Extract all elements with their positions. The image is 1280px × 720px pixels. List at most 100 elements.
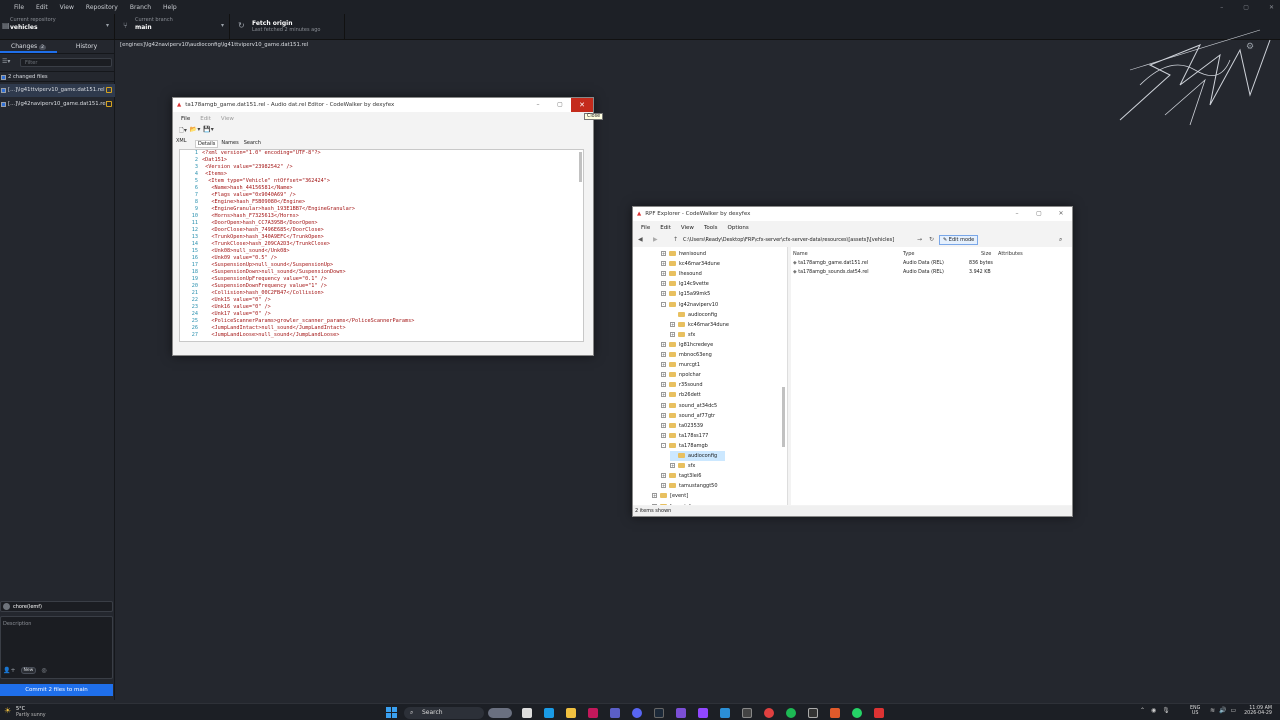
- menu-edit[interactable]: Edit: [200, 116, 211, 122]
- tree-item[interactable]: + lhesound: [661, 269, 702, 279]
- maximize-icon[interactable]: ▢: [549, 98, 571, 112]
- tab-details[interactable]: Details: [195, 140, 219, 148]
- side-tab-xml[interactable]: XML: [176, 138, 187, 144]
- search-icon[interactable]: ⌕: [1059, 236, 1062, 244]
- edge-icon[interactable]: [544, 708, 554, 718]
- app-icon[interactable]: [676, 708, 686, 718]
- tree-item[interactable]: + hwnisound: [661, 249, 706, 259]
- file-row[interactable]: [...]\lg42naviperv10_game.dat151.rel: [0, 98, 115, 111]
- tree-item[interactable]: + lg81hcredeye: [661, 340, 713, 350]
- tree-item[interactable]: + npolchar: [661, 370, 701, 380]
- commit-button[interactable]: Commit 2 files to main: [0, 684, 113, 696]
- file-checkbox[interactable]: [1, 102, 6, 107]
- editor-titlebar[interactable]: ▲ ta178amgb_game.dat151.rel - Audio dat.…: [173, 98, 593, 112]
- task-view-icon[interactable]: [522, 708, 532, 718]
- tree-item[interactable]: + sound_af77gtr: [661, 411, 715, 421]
- close-icon[interactable]: ✕: [1269, 4, 1274, 11]
- tree-item[interactable]: + sound_at34dc5: [661, 401, 717, 411]
- vscode-icon[interactable]: [720, 708, 730, 718]
- tree-item[interactable]: audioconfig: [670, 310, 717, 320]
- list-item[interactable]: ◆ ta178amgb_game.dat151.rel Audio Data (…: [793, 261, 1063, 266]
- fetch-origin-button[interactable]: ↻ Fetch origin Last fetched 2 minutes ag…: [230, 14, 345, 40]
- column-size[interactable]: Size: [981, 251, 991, 257]
- go-icon[interactable]: →: [917, 236, 922, 243]
- start-icon[interactable]: [386, 707, 397, 718]
- menu-repository[interactable]: Repository: [86, 4, 118, 11]
- taskbar-search[interactable]: ⌕ Search: [404, 707, 484, 719]
- expand-icon[interactable]: +: [661, 392, 666, 398]
- menu-view[interactable]: View: [681, 225, 694, 231]
- expand-icon[interactable]: +: [661, 281, 666, 287]
- brave-icon[interactable]: [830, 708, 840, 718]
- refresh-icon[interactable]: ↻: [929, 236, 934, 243]
- mic-icon[interactable]: 🎙: [1162, 707, 1170, 714]
- scrollbar[interactable]: [579, 152, 582, 182]
- teams-icon[interactable]: [610, 708, 620, 718]
- open-file-icon[interactable]: 📂▾: [190, 126, 200, 136]
- network-icon[interactable]: ◉: [1151, 707, 1156, 714]
- app-icon[interactable]: [588, 708, 598, 718]
- tree-item[interactable]: + tagt3lei6: [661, 471, 701, 481]
- widgets-icon[interactable]: [488, 708, 512, 718]
- tree-item[interactable]: + kc46mar34dune: [661, 259, 720, 269]
- tree-item[interactable]: - ta178amgb: [661, 441, 708, 451]
- menu-file[interactable]: File: [14, 4, 24, 11]
- app-icon[interactable]: [764, 708, 774, 718]
- expand-icon[interactable]: +: [652, 503, 657, 505]
- expand-icon[interactable]: +: [661, 261, 666, 267]
- tree-item[interactable]: + lg14c9vette: [661, 279, 709, 289]
- menu-view[interactable]: View: [221, 116, 234, 122]
- collapse-icon[interactable]: -: [661, 301, 666, 307]
- save-icon[interactable]: 💾▾: [203, 126, 213, 136]
- menu-help[interactable]: Help: [163, 4, 177, 11]
- tree-item[interactable]: + ta178ss177: [661, 431, 708, 441]
- tree-item[interactable]: - lg42naviperv10: [661, 300, 718, 310]
- tree-item[interactable]: + [event]: [652, 491, 688, 501]
- menu-options[interactable]: Options: [728, 225, 749, 231]
- file-checkbox[interactable]: [1, 88, 6, 93]
- add-coauthor-icon[interactable]: 👤+: [3, 667, 16, 674]
- weather-icon[interactable]: ☀: [4, 706, 11, 715]
- expand-icon[interactable]: +: [661, 432, 666, 438]
- expand-icon[interactable]: +: [661, 341, 666, 347]
- menu-file[interactable]: File: [181, 116, 190, 122]
- expand-icon[interactable]: +: [652, 493, 657, 499]
- maximize-icon[interactable]: ▢: [1028, 207, 1050, 221]
- forward-icon[interactable]: ▶: [653, 236, 658, 243]
- clock[interactable]: 11:09 AM 2026-04-29: [1238, 706, 1272, 716]
- menu-edit[interactable]: Edit: [36, 4, 48, 11]
- codewalker-icon[interactable]: [874, 708, 884, 718]
- filter-input[interactable]: Filter: [20, 58, 112, 67]
- steam-icon[interactable]: [654, 708, 664, 718]
- weather-temp[interactable]: 5°C: [16, 706, 25, 712]
- expand-icon[interactable]: +: [661, 251, 666, 256]
- column-type[interactable]: Type: [903, 251, 914, 257]
- tab-changes[interactable]: Changes 2: [0, 40, 57, 53]
- close-icon[interactable]: ✕: [1050, 207, 1072, 221]
- whatsapp-icon[interactable]: [852, 708, 862, 718]
- minimize-icon[interactable]: –: [527, 98, 549, 112]
- xml-code-editor[interactable]: 1 <?xml version="1.0" encoding="UTF-8"?> 2…: [179, 149, 584, 342]
- expand-icon[interactable]: +: [661, 402, 666, 408]
- minimize-icon[interactable]: –: [1220, 4, 1223, 11]
- expand-icon[interactable]: +: [661, 483, 666, 489]
- tab-history[interactable]: History: [58, 40, 115, 53]
- expand-icon[interactable]: +: [661, 382, 666, 388]
- expand-icon[interactable]: +: [661, 412, 666, 418]
- tree-item[interactable]: + kc46mar34dune: [670, 320, 729, 330]
- close-icon[interactable]: ✕: [571, 98, 593, 112]
- tree-item[interactable]: + sfx: [670, 330, 695, 340]
- up-icon[interactable]: ↑: [673, 236, 678, 243]
- tree-item[interactable]: + ta023539: [661, 421, 703, 431]
- new-file-icon[interactable]: 🗋▾: [179, 126, 187, 136]
- tree-item[interactable]: + rb26dett: [661, 390, 701, 400]
- expand-icon[interactable]: +: [661, 291, 666, 297]
- tree-item[interactable]: + mbnoc63eng: [661, 350, 712, 360]
- gear-icon[interactable]: ⚙: [1246, 42, 1254, 52]
- expand-icon[interactable]: +: [661, 352, 666, 357]
- commit-description-input[interactable]: Description 👤+ New ◎: [0, 616, 113, 679]
- edit-mode-button[interactable]: ✎ Edit mode: [939, 235, 979, 245]
- menu-tools[interactable]: Tools: [704, 225, 718, 231]
- github-desktop-icon[interactable]: [742, 708, 752, 718]
- address-input[interactable]: C:\Users\Ready\Desktop\FRP\cfx-server\cf…: [683, 237, 913, 243]
